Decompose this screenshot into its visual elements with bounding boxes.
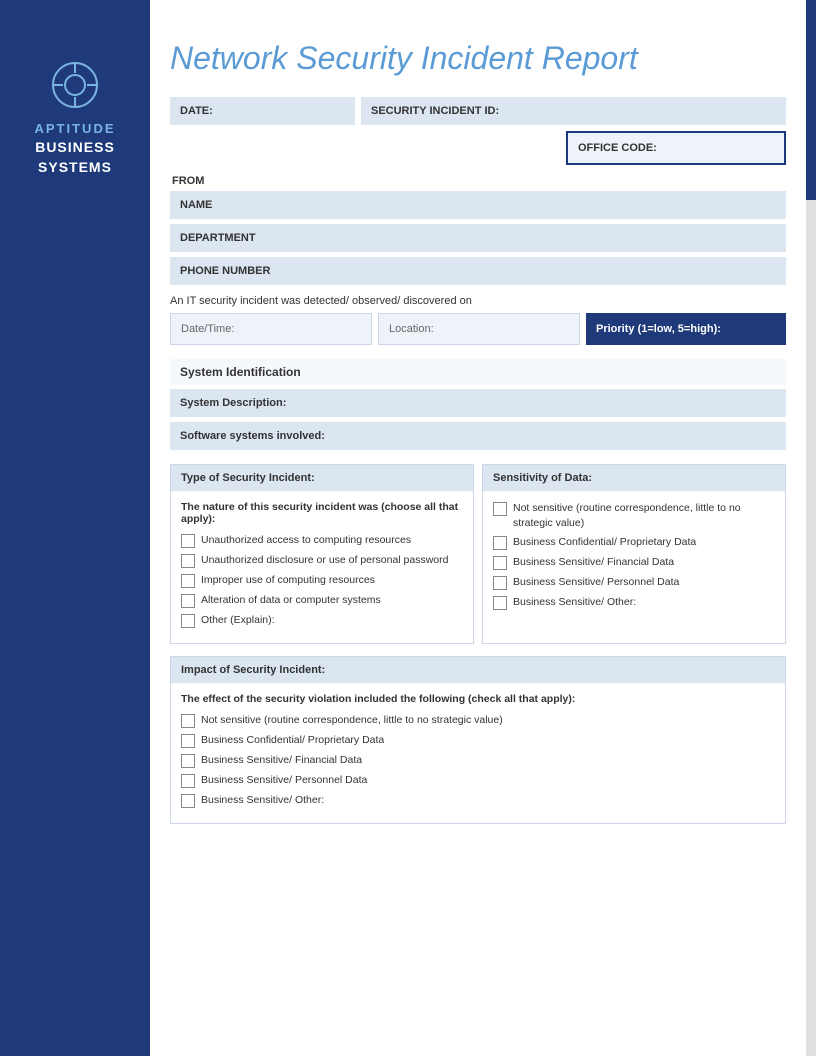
impact-checkbox-item: Business Confidential/ Proprietary Data (181, 733, 775, 748)
sensitivity-checkbox-item: Business Sensitive/ Personnel Data (493, 575, 775, 590)
impact-checkbox-label-2: Business Sensitive/ Financial Data (201, 753, 362, 768)
security-id-field[interactable]: SECURITY INCIDENT ID: (361, 97, 786, 125)
detected-text: An IT security incident was detected/ ob… (170, 295, 786, 307)
date-field[interactable]: DATE: (170, 97, 355, 125)
from-label: FROM (170, 175, 786, 187)
type-of-incident-box: Type of Security Incident: The nature of… (170, 464, 474, 644)
sensitivity-box: Sensitivity of Data: Not sensitive (rout… (482, 464, 786, 644)
impact-checkbox-3[interactable] (181, 774, 195, 788)
type-checkbox-2[interactable] (181, 574, 195, 588)
sensitivity-checkbox-1[interactable] (493, 536, 507, 550)
aptitude-logo-icon (50, 60, 100, 110)
sensitivity-checkboxes-list: Not sensitive (routine correspondence, l… (493, 501, 775, 610)
incident-detection-row: Date/Time: Location: Priority (1=low, 5=… (170, 313, 786, 345)
type-checkbox-3[interactable] (181, 594, 195, 608)
impact-checkbox-item: Business Sensitive/ Financial Data (181, 753, 775, 768)
datetime-field[interactable]: Date/Time: (170, 313, 372, 345)
impact-checkbox-1[interactable] (181, 734, 195, 748)
impact-body: The effect of the security violation inc… (171, 683, 785, 823)
sidebar-brand-bottom: BUSINESSSYSTEMS (35, 138, 115, 177)
report-title: Network Security Incident Report (170, 40, 786, 77)
software-systems-field[interactable]: Software systems involved: (170, 422, 786, 450)
type-checkbox-1[interactable] (181, 554, 195, 568)
sensitivity-checkbox-label-2: Business Sensitive/ Financial Data (513, 555, 674, 570)
main-content: Network Security Incident Report DATE: S… (150, 0, 816, 1056)
sidebar-brand-top: APTITUDE (35, 120, 116, 138)
type-checkbox-label-4: Other (Explain): (201, 613, 275, 628)
impact-checkbox-0[interactable] (181, 714, 195, 728)
type-checkbox-item: Alteration of data or computer systems (181, 593, 463, 608)
type-checkbox-label-0: Unauthorized access to computing resourc… (201, 533, 411, 548)
sensitivity-checkbox-item: Business Sensitive/ Other: (493, 595, 775, 610)
sensitivity-checkbox-label-0: Not sensitive (routine correspondence, l… (513, 501, 775, 530)
top-fields-row: DATE: SECURITY INCIDENT ID: (170, 97, 786, 125)
office-code-field[interactable]: OFFICE CODE: (566, 131, 786, 165)
type-checkbox-item: Improper use of computing resources (181, 573, 463, 588)
impact-checkbox-label-4: Business Sensitive/ Other: (201, 793, 324, 808)
impact-checkbox-label-1: Business Confidential/ Proprietary Data (201, 733, 384, 748)
sensitivity-checkbox-2[interactable] (493, 556, 507, 570)
impact-checkbox-label-0: Not sensitive (routine correspondence, l… (201, 713, 503, 728)
sensitivity-checkbox-item: Not sensitive (routine correspondence, l… (493, 501, 775, 530)
phone-field[interactable]: PHONE NUMBER (170, 257, 786, 285)
sensitivity-checkbox-label-4: Business Sensitive/ Other: (513, 595, 636, 610)
scrollbar[interactable] (806, 0, 816, 1056)
location-field[interactable]: Location: (378, 313, 580, 345)
type-checkbox-item: Unauthorized access to computing resourc… (181, 533, 463, 548)
type-checkbox-4[interactable] (181, 614, 195, 628)
sensitivity-checkbox-item: Business Confidential/ Proprietary Data (493, 535, 775, 550)
impact-box: Impact of Security Incident: The effect … (170, 656, 786, 824)
sensitivity-checkbox-3[interactable] (493, 576, 507, 590)
impact-header: Impact of Security Incident: (171, 657, 785, 683)
type-checkbox-label-1: Unauthorized disclosure or use of person… (201, 553, 448, 568)
sensitivity-checkbox-4[interactable] (493, 596, 507, 610)
system-description-field[interactable]: System Description: (170, 389, 786, 417)
type-checkboxes-list: Unauthorized access to computing resourc… (181, 533, 463, 628)
type-incident-subtext: The nature of this security incident was… (181, 501, 463, 525)
impact-checkbox-label-3: Business Sensitive/ Personnel Data (201, 773, 367, 788)
type-checkbox-label-3: Alteration of data or computer systems (201, 593, 381, 608)
sensitivity-body: Not sensitive (routine correspondence, l… (483, 491, 785, 625)
impact-checkbox-item: Not sensitive (routine correspondence, l… (181, 713, 775, 728)
impact-subtext: The effect of the security violation inc… (181, 693, 775, 705)
type-incident-body: The nature of this security incident was… (171, 491, 473, 643)
type-checkbox-item: Unauthorized disclosure or use of person… (181, 553, 463, 568)
sensitivity-checkbox-item: Business Sensitive/ Financial Data (493, 555, 775, 570)
type-checkbox-label-2: Improper use of computing resources (201, 573, 375, 588)
name-field[interactable]: NAME (170, 191, 786, 219)
impact-checkboxes-list: Not sensitive (routine correspondence, l… (181, 713, 775, 808)
sidebar: APTITUDE BUSINESSSYSTEMS (0, 0, 150, 1056)
impact-checkbox-4[interactable] (181, 794, 195, 808)
sensitivity-checkbox-label-3: Business Sensitive/ Personnel Data (513, 575, 679, 590)
type-checkbox-0[interactable] (181, 534, 195, 548)
sensitivity-checkbox-0[interactable] (493, 502, 507, 516)
impact-checkbox-2[interactable] (181, 754, 195, 768)
system-id-section-header: System Identification (170, 359, 786, 385)
impact-checkbox-item: Business Sensitive/ Other: (181, 793, 775, 808)
sensitivity-checkbox-label-1: Business Confidential/ Proprietary Data (513, 535, 696, 550)
sensitivity-header: Sensitivity of Data: (483, 465, 785, 491)
scrollbar-thumb[interactable] (806, 0, 816, 200)
two-col-section: Type of Security Incident: The nature of… (170, 464, 786, 644)
impact-checkbox-item: Business Sensitive/ Personnel Data (181, 773, 775, 788)
type-checkbox-item: Other (Explain): (181, 613, 463, 628)
type-incident-header: Type of Security Incident: (171, 465, 473, 491)
office-code-row: OFFICE CODE: (170, 131, 786, 165)
priority-field[interactable]: Priority (1=low, 5=high): (586, 313, 786, 345)
department-field[interactable]: DEPARTMENT (170, 224, 786, 252)
